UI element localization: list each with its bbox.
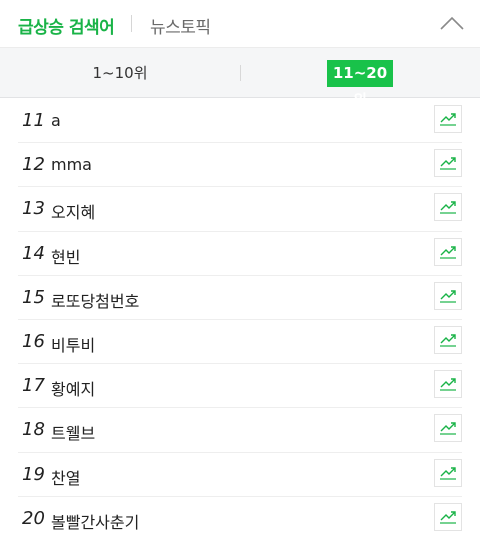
- tab-divider: [131, 15, 132, 32]
- chevron-up-icon: [440, 16, 464, 30]
- trend-chart-icon: [440, 201, 456, 214]
- collapse-button[interactable]: [438, 12, 466, 36]
- trend-chart-icon: [440, 466, 456, 480]
- keyword-text[interactable]: 현빈: [51, 244, 80, 268]
- keyword-row[interactable]: 19 찬열: [18, 453, 462, 497]
- rank-number: 12: [22, 154, 45, 176]
- trend-chart-button[interactable]: [434, 105, 462, 133]
- keyword-row[interactable]: 18 트웰브: [18, 408, 462, 453]
- keyword-text[interactable]: 볼빨간사춘기: [51, 509, 139, 533]
- keyword-row[interactable]: 16 비투비: [18, 320, 462, 365]
- realtime-search-widget: 급상승 검색어 뉴스토픽 1~10위 11~20위 11 a 12 mma 13…: [0, 0, 480, 547]
- trend-chart-icon: [440, 157, 456, 170]
- trend-chart-button[interactable]: [434, 502, 462, 531]
- range-1-10-button[interactable]: 1~10위: [80, 60, 160, 87]
- tab-news-topics[interactable]: 뉴스토픽: [150, 13, 211, 38]
- rank-number: 11: [22, 110, 45, 131]
- range-11-20-button[interactable]: 11~20위: [327, 60, 393, 109]
- keyword-text[interactable]: 비투비: [51, 332, 95, 356]
- trend-chart-icon: [440, 422, 456, 435]
- rank-number: 14: [22, 242, 45, 264]
- keyword-row[interactable]: 12 mma: [18, 143, 462, 188]
- rank-number: 13: [22, 198, 45, 220]
- trend-chart-button[interactable]: [434, 193, 462, 222]
- rank-range-selector: 1~10위 11~20위: [0, 48, 480, 109]
- range-divider: [240, 65, 241, 81]
- keyword-text[interactable]: a: [51, 111, 61, 130]
- keyword-text[interactable]: 황예지: [51, 376, 95, 400]
- widget-header: 급상승 검색어 뉴스토픽: [0, 0, 480, 48]
- keyword-row[interactable]: 17 황예지: [18, 364, 462, 409]
- trend-chart-icon: [440, 113, 456, 126]
- keyword-text[interactable]: 트웰브: [51, 420, 95, 444]
- trend-chart-button[interactable]: [434, 458, 462, 487]
- trend-chart-button[interactable]: [434, 370, 462, 399]
- rank-number: 17: [22, 375, 45, 397]
- keyword-row[interactable]: 11 a: [18, 99, 462, 144]
- rank-number: 18: [22, 419, 45, 441]
- rank-number: 19: [22, 463, 45, 485]
- keyword-row[interactable]: 20 볼빨간사춘기: [18, 497, 462, 541]
- tab-trending-searches[interactable]: 급상승 검색어: [18, 13, 115, 38]
- trend-chart-button[interactable]: [434, 281, 462, 310]
- keyword-row[interactable]: 14 현빈: [18, 232, 462, 276]
- trend-chart-icon: [440, 290, 456, 303]
- rank-number: 16: [22, 330, 45, 352]
- trend-chart-button[interactable]: [434, 149, 462, 178]
- trend-chart-button[interactable]: [434, 237, 462, 266]
- trend-chart-icon: [440, 334, 456, 347]
- keyword-text[interactable]: 로또당첨번호: [51, 288, 139, 312]
- rank-number: 15: [22, 286, 45, 308]
- trend-chart-button[interactable]: [434, 414, 462, 443]
- keyword-text[interactable]: 찬열: [51, 465, 80, 489]
- rank-number: 20: [22, 507, 45, 529]
- keyword-row[interactable]: 15 로또당첨번호: [18, 276, 462, 320]
- trend-chart-icon: [440, 245, 456, 259]
- trend-chart-icon: [440, 510, 456, 524]
- keyword-list: 11 a 12 mma 13 오지혜 14 현빈 15 로또당첨번호 16 비투…: [0, 99, 480, 541]
- keyword-text[interactable]: 오지혜: [51, 199, 95, 223]
- trend-chart-icon: [440, 378, 456, 391]
- keyword-row[interactable]: 13 오지혜: [18, 187, 462, 232]
- trend-chart-button[interactable]: [434, 325, 462, 354]
- keyword-text[interactable]: mma: [51, 155, 92, 174]
